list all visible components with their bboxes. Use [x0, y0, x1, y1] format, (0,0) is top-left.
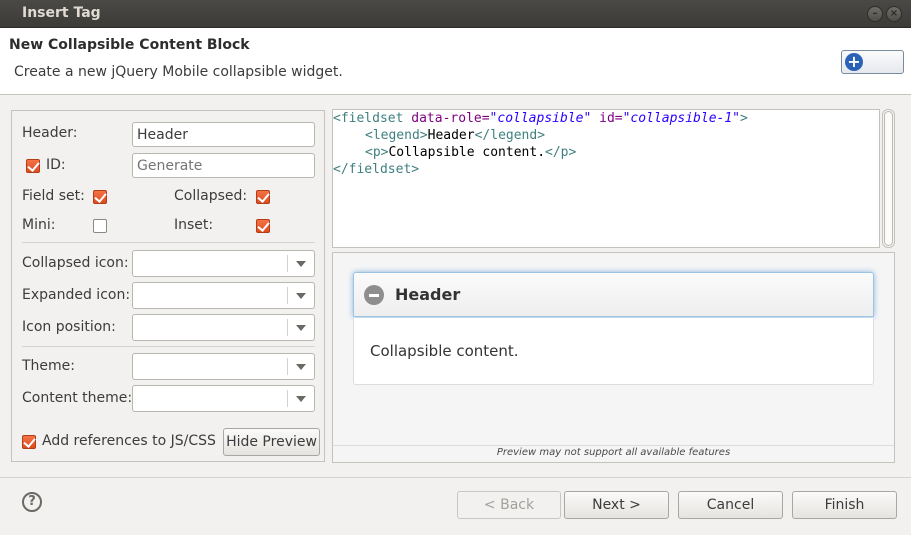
minimize-icon[interactable]: – [867, 6, 883, 22]
back-button[interactable]: < Back [457, 491, 561, 519]
expanded-icon-label: Expanded icon: [22, 287, 131, 303]
icon-position-select[interactable] [132, 314, 315, 341]
chevron-down-icon [296, 293, 306, 299]
mini-checkbox[interactable] [93, 219, 107, 233]
hide-preview-button[interactable]: Hide Preview [223, 428, 320, 456]
finish-button[interactable]: Finish [792, 491, 897, 519]
preview-note: Preview may not support all available fe… [496, 447, 731, 458]
divider [22, 242, 315, 243]
header-input[interactable] [132, 122, 315, 147]
inset-checkbox[interactable] [256, 219, 270, 233]
next-button[interactable]: Next > [564, 491, 669, 519]
divider [22, 346, 315, 347]
collapsed-icon-select[interactable] [132, 250, 315, 277]
theme-select[interactable] [132, 353, 315, 380]
preview-collapsible-header[interactable]: Header [353, 272, 874, 317]
inset-label: Inset: [174, 217, 214, 233]
code-line: <fieldset data-role="collapsible" id="co… [333, 111, 748, 126]
code-line: <p>Collapsible content.</p> [365, 145, 577, 160]
collapsed-checkbox[interactable] [256, 190, 270, 204]
window-titlebar: Insert Tag – × [0, 0, 911, 28]
icon-position-label: Icon position: [22, 319, 116, 335]
expanded-icon-select[interactable] [132, 282, 315, 309]
divider [333, 445, 894, 446]
help-icon[interactable]: ? [22, 492, 42, 512]
scrollbar-thumb[interactable] [884, 111, 893, 246]
id-label: ID: [46, 157, 66, 173]
options-panel: Header: ID: Field set: Collapsed: Mini: … [11, 110, 325, 462]
code-scrollbar[interactable] [882, 109, 895, 248]
wizard-header: New Collapsible Content Block Create a n… [0, 28, 911, 95]
widget-preview: Header Collapsible content. Preview may … [332, 252, 895, 463]
fieldset-checkbox[interactable] [93, 190, 107, 204]
cancel-button[interactable]: Cancel [678, 491, 783, 519]
chevron-down-icon [296, 261, 306, 267]
id-input[interactable] [132, 153, 315, 178]
preview-collapsible-content: Collapsible content. [353, 318, 874, 385]
wizard-banner-icon: + [841, 50, 904, 74]
fieldset-label: Field set: [22, 188, 85, 204]
id-checkbox[interactable] [26, 159, 40, 173]
preview-header-text: Header [395, 285, 461, 304]
collapsed-label: Collapsed: [174, 188, 248, 204]
minus-icon [364, 285, 384, 305]
window-title: Insert Tag [22, 5, 101, 21]
wizard-description: Create a new jQuery Mobile collapsible w… [14, 64, 343, 80]
mini-label: Mini: [22, 217, 56, 233]
plus-icon: + [845, 53, 863, 71]
chevron-down-icon [296, 325, 306, 331]
collapsed-icon-label: Collapsed icon: [22, 255, 129, 271]
content-theme-label: Content theme: [22, 390, 133, 406]
content-theme-select[interactable] [132, 385, 315, 412]
header-label: Header: [22, 125, 78, 141]
add-references-checkbox[interactable] [22, 435, 36, 449]
theme-label: Theme: [22, 358, 76, 374]
close-icon[interactable]: × [886, 6, 902, 22]
code-preview[interactable]: <fieldset data-role="collapsible" id="co… [332, 109, 880, 248]
code-line: </fieldset> [333, 162, 420, 177]
add-references-label: Add references to JS/CSS [42, 433, 216, 449]
chevron-down-icon [296, 364, 306, 370]
code-line: <legend>Header</legend> [365, 128, 546, 143]
preview-content-text: Collapsible content. [370, 342, 519, 360]
wizard-title: New Collapsible Content Block [9, 37, 250, 53]
divider [0, 477, 911, 478]
chevron-down-icon [296, 396, 306, 402]
